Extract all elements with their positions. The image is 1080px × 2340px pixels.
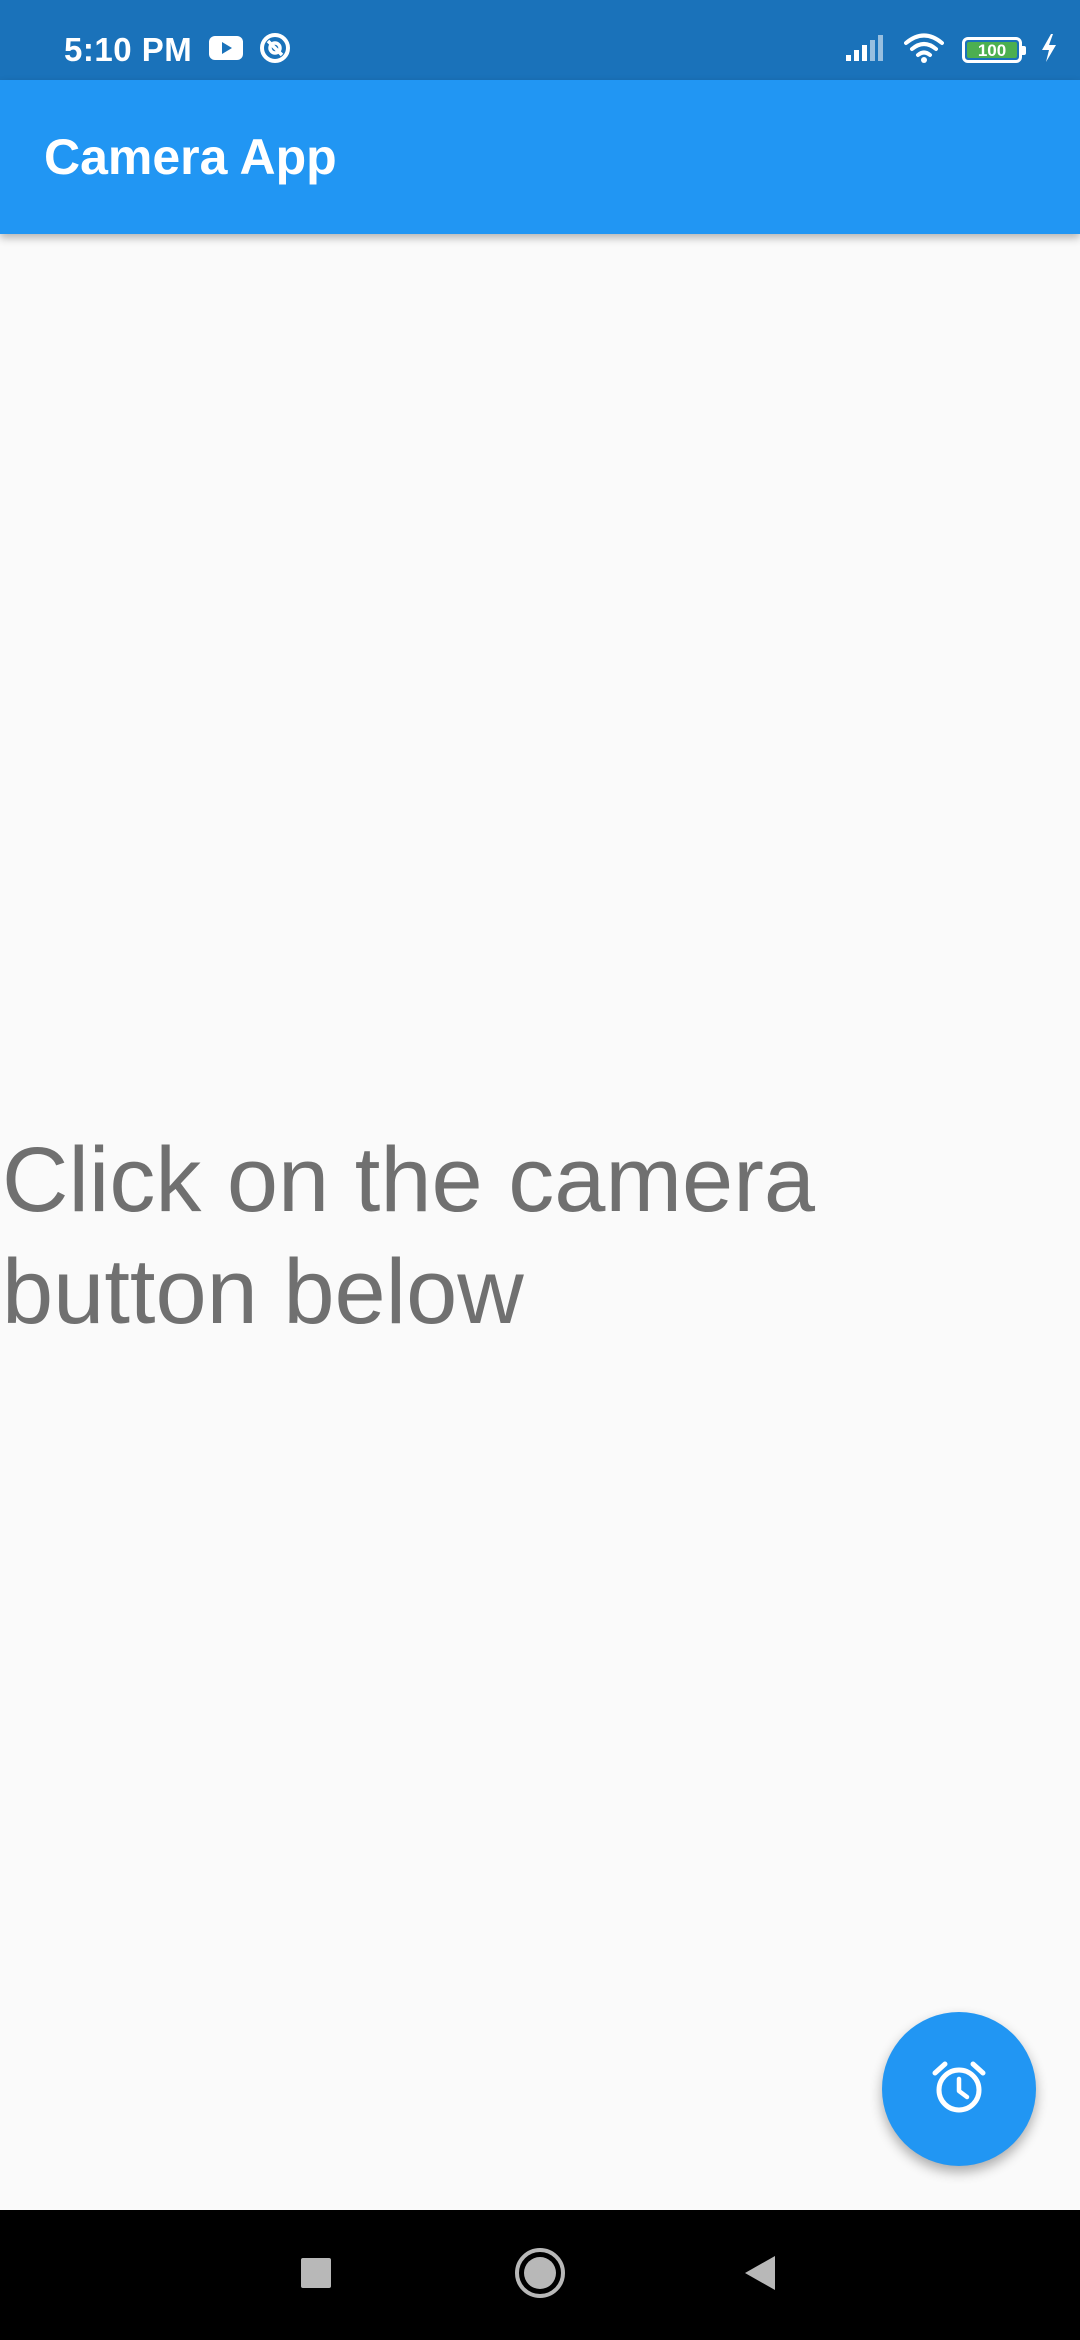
status-right-icons: 100: [844, 30, 1058, 70]
battery-cap: [1022, 46, 1026, 55]
body-content: Click on the camera button below: [0, 234, 1080, 2210]
status-bar: 5:10 PM 100: [0, 0, 1080, 80]
status-time: 5:10 PM: [64, 31, 193, 68]
battery-level: 100: [977, 40, 1007, 60]
app-title: Camera App: [44, 129, 337, 185]
instruction-text: Click on the camera button below: [2, 1129, 815, 1343]
home-button[interactable]: [480, 2210, 600, 2340]
signal-icon: [844, 33, 886, 68]
square-icon: [299, 2256, 333, 2295]
youtube-icon: [208, 34, 244, 67]
alarm-icon: [929, 2057, 989, 2122]
sync-icon: [258, 31, 292, 70]
status-left-icons: [208, 30, 292, 70]
screen: 5:10 PM 100 Camera App Click on the came…: [0, 0, 1080, 2340]
charging-icon: [1040, 33, 1058, 68]
back-triangle-icon: [741, 2253, 779, 2298]
battery-icon: 100: [962, 37, 1026, 63]
back-button[interactable]: [700, 2210, 820, 2340]
navigation-bar: [0, 2210, 1080, 2340]
camera-fab-button[interactable]: [882, 2012, 1036, 2166]
circle-icon: [513, 2246, 567, 2305]
app-bar: Camera App: [0, 80, 1080, 234]
wifi-icon: [904, 32, 944, 69]
recents-button[interactable]: [256, 2210, 376, 2340]
